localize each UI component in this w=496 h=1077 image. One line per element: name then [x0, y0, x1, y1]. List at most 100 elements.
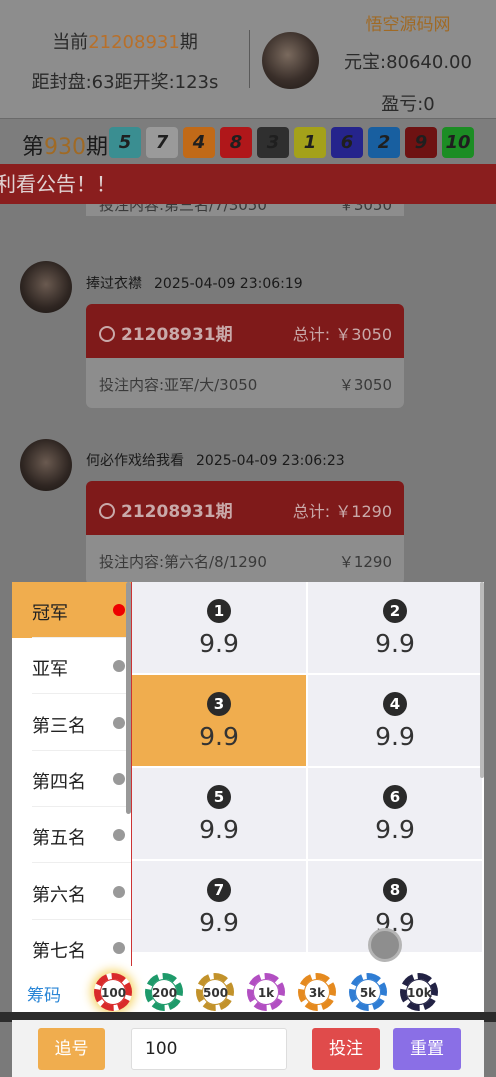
reset-button[interactable]: 重置 [393, 1028, 461, 1070]
draw-ball: 7 [146, 127, 178, 158]
category-label: 第七名 [32, 940, 86, 962]
option-number: 5 [207, 785, 231, 809]
option-odds: 9.9 [199, 629, 239, 658]
current-period-number: 21208931 [88, 32, 180, 53]
category-label: 第四名 [32, 771, 86, 793]
draw-ball: 3 [257, 127, 289, 158]
status-dot-icon [113, 941, 125, 954]
chip-500[interactable]: 500 [196, 973, 234, 1011]
feed-card-partial: 投注内容:第三名/7/3050 ￥3050 [86, 204, 404, 216]
draw-ball: 9 [405, 127, 437, 158]
bet-card-total: 总计: ￥3050 [292, 325, 392, 344]
draw-ball: 5 [109, 127, 141, 158]
option-odds: 9.9 [375, 815, 415, 844]
countdown: 距封盘:63距开奖:123s [31, 72, 219, 93]
chip-3k[interactable]: 3k [298, 973, 336, 1011]
current-period-line: 当前21208931期 [0, 28, 250, 54]
draw-ball: 6 [331, 127, 363, 158]
chip-value: 1k [253, 979, 279, 1005]
current-label: 当前 [52, 32, 89, 53]
chip-value: 10k [406, 979, 432, 1005]
chip-bar: 筹码 100 200 500 1k 3k 5k 10k [12, 966, 484, 1018]
partial-amount: ￥3050 [338, 204, 392, 214]
odds-option[interactable]: 7 9.9 [132, 861, 306, 952]
bet-card-amount: ￥3050 [338, 376, 392, 394]
bet-card-content: 投注内容:亚军/大/3050 [99, 376, 258, 394]
odds-option[interactable]: 5 9.9 [132, 768, 306, 859]
bet-card-header: 21208931期 总计: ￥3050 [86, 304, 404, 358]
option-number: 1 [207, 599, 231, 623]
chip-5k[interactable]: 5k [349, 973, 387, 1011]
category-item[interactable]: 冠军 [12, 582, 131, 638]
user-avatar[interactable] [262, 32, 319, 89]
follow-number-button[interactable]: 追号 [38, 1028, 105, 1070]
last-draw-period: 第930期 [22, 129, 108, 161]
category-item[interactable]: 亚军 [12, 638, 131, 695]
chip-10k[interactable]: 10k [400, 973, 438, 1011]
post-avatar[interactable] [20, 439, 72, 491]
period-info: 当前21208931期 距封盘:63距开奖:123s [0, 0, 250, 118]
draw-period-number: 930 [44, 135, 87, 160]
category-label: 第六名 [32, 884, 86, 906]
bet-panel: 冠军 亚军 第三名 第四名 第五名 第六名 第七名 1 9.9 2 9.9 3 9.9 4 9.9 5 9.9… [12, 582, 484, 966]
notice-marquee[interactable]: 利看公告！！ [0, 164, 496, 204]
category-item[interactable]: 第三名 [12, 695, 131, 751]
option-number: 8 [383, 878, 407, 902]
bet-card-period-text: 21208931期 [121, 325, 233, 345]
chip-value: 100 [100, 979, 126, 1005]
status-dot-icon [113, 772, 125, 785]
place-bet-button[interactable]: 投注 [312, 1028, 380, 1070]
bet-card-header: 21208931期 总计: ￥1290 [86, 481, 404, 535]
post-username: 捧过衣襟 [86, 276, 142, 292]
category-label: 第三名 [32, 715, 86, 737]
bet-card-amount: ￥1290 [338, 553, 392, 571]
bet-card-body: 投注内容:第六名/8/1290 ￥1290 [86, 535, 404, 584]
odds-option[interactable]: 6 9.9 [308, 768, 482, 859]
draw-ball: 8 [220, 127, 252, 158]
chip-value: 5k [355, 979, 381, 1005]
chip-200[interactable]: 200 [145, 973, 183, 1011]
bet-card-period: 21208931期 [99, 320, 233, 345]
option-number: 7 [207, 878, 231, 902]
category-item[interactable]: 第七名 [12, 920, 131, 966]
draw-ball: 4 [183, 127, 215, 158]
post-meta: 捧过衣襟 2025-04-09 23:06:19 [86, 273, 303, 293]
category-sidebar[interactable]: 冠军亚军第三名第四名第五名第六名第七名 [12, 582, 131, 966]
option-odds: 9.9 [375, 722, 415, 751]
floating-assistive-button[interactable] [368, 928, 402, 962]
odds-option[interactable]: 3 9.9 [132, 675, 306, 766]
category-item[interactable]: 第六名 [12, 864, 131, 920]
chips-label: 筹码 [27, 986, 61, 1006]
bet-amount-input[interactable] [131, 1028, 287, 1070]
action-bar: 追号 投注 重置 [12, 1020, 484, 1077]
status-dot-icon [113, 604, 125, 616]
category-item[interactable]: 第五名 [12, 807, 131, 864]
option-odds: 9.9 [199, 815, 239, 844]
bet-card-period-text: 21208931期 [121, 502, 233, 522]
odds-option[interactable]: 1 9.9 [132, 582, 306, 673]
category-item[interactable]: 第四名 [12, 751, 131, 807]
post-date: 2025-04-09 23:06:23 [196, 453, 345, 469]
category-label: 亚军 [32, 659, 68, 681]
header: 当前21208931期 距封盘:63距开奖:123s 悟空源码网 元宝:8064… [0, 0, 496, 118]
chip-100[interactable]: 100 [94, 973, 132, 1011]
draw-balls: 5 7 4 8 3 1 6 2 9 10 [109, 127, 474, 158]
odds-option[interactable]: 4 9.9 [308, 675, 482, 766]
notice-text: 利看公告！！ [0, 172, 116, 196]
grid-scrollbar[interactable] [480, 582, 484, 778]
draw-ball: 2 [368, 127, 400, 158]
post-date: 2025-04-09 23:06:19 [154, 276, 303, 292]
status-dot-icon [113, 660, 125, 673]
bet-feed[interactable]: 投注内容:第三名/7/3050 ￥3050 捧过衣襟 2025-04-09 23:… [0, 204, 496, 584]
post-avatar[interactable] [20, 261, 72, 313]
option-odds: 9.9 [199, 722, 239, 751]
chip-value: 500 [202, 979, 228, 1005]
option-number: 3 [207, 692, 231, 716]
odds-option[interactable]: 2 9.9 [308, 582, 482, 673]
bet-card-content: 投注内容:第六名/8/1290 [99, 553, 267, 571]
status-dot-icon [113, 716, 125, 729]
partial-content: 投注内容:第三名/7/3050 [99, 204, 267, 214]
status-dot-icon [113, 829, 125, 842]
chip-1k[interactable]: 1k [247, 973, 285, 1011]
odds-grid[interactable]: 1 9.9 2 9.9 3 9.9 4 9.9 5 9.9 6 9.9 7 9.9 8 9.9 [132, 582, 484, 966]
